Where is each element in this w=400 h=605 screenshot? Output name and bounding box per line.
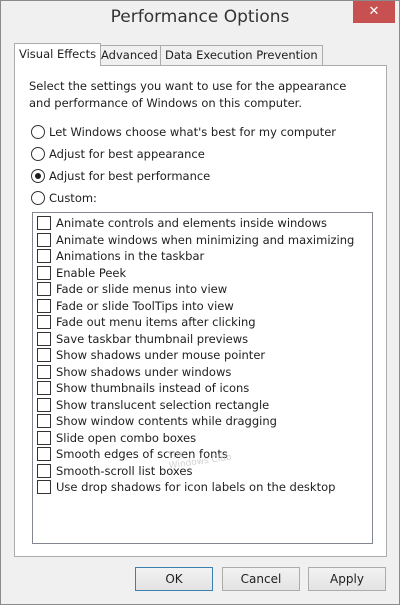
effect-checkbox[interactable] xyxy=(37,430,51,445)
cancel-button[interactable]: Cancel xyxy=(222,567,300,591)
radio-label: Adjust for best appearance xyxy=(49,147,205,161)
effect-checkbox[interactable] xyxy=(37,364,51,379)
effect-label: Fade out menu items after clicking xyxy=(56,315,256,329)
ok-button[interactable]: OK xyxy=(135,567,213,591)
visual-effects-panel: Select the settings you want to use for … xyxy=(14,65,387,557)
radio-label: Adjust for best performance xyxy=(49,169,211,183)
radio-button[interactable] xyxy=(31,125,45,139)
visual-effects-list[interactable]: Animate controls and elements inside win… xyxy=(32,212,373,544)
effect-label: Show translucent selection rectangle xyxy=(56,397,270,412)
effect-checkbox[interactable] xyxy=(37,298,51,313)
title-bar[interactable]: Performance Options ✕ xyxy=(1,1,399,33)
effect-checkbox[interactable] xyxy=(37,331,51,346)
effect-checkbox[interactable] xyxy=(37,381,51,395)
effect-checkbox[interactable] xyxy=(37,463,51,478)
effect-label: Fade or slide ToolTips into view xyxy=(56,298,234,313)
panel-description: Select the settings you want to use for … xyxy=(29,79,347,110)
effect-label: Show window contents while dragging xyxy=(56,414,277,428)
radio-label: Let Windows choose what's best for my co… xyxy=(49,125,337,139)
effect-checkbox[interactable] xyxy=(37,216,51,230)
effect-checkbox[interactable] xyxy=(37,348,51,362)
effect-checkbox[interactable] xyxy=(37,282,51,296)
effect-label: Show shadows under mouse pointer xyxy=(56,348,266,362)
effect-label: Slide open combo boxes xyxy=(56,430,197,445)
effect-checkbox[interactable] xyxy=(37,249,51,263)
effect-checkbox[interactable] xyxy=(37,397,51,412)
effect-label: Animate windows when minimizing and maxi… xyxy=(56,232,355,247)
effect-label: Animations in the taskbar xyxy=(56,249,205,263)
tab-advanced[interactable]: Advanced xyxy=(96,45,163,65)
tab-data-execution-prevention[interactable]: Data Execution Prevention xyxy=(160,45,323,65)
effect-label: Save taskbar thumbnail previews xyxy=(56,331,249,346)
effect-label: Show thumbnails instead of icons xyxy=(56,381,250,395)
effect-label: Animate controls and elements inside win… xyxy=(56,216,328,230)
effect-checkbox[interactable] xyxy=(37,265,51,280)
effect-label: Fade or slide menus into view xyxy=(56,282,228,296)
close-button[interactable]: ✕ xyxy=(353,1,395,23)
effect-label: Show shadows under windows xyxy=(56,364,232,379)
effect-label: Use drop shadows for icon labels on the … xyxy=(56,480,336,494)
tab-visual-effects[interactable]: Visual Effects xyxy=(14,43,102,66)
radio-button[interactable] xyxy=(31,147,45,161)
radio-button-selected[interactable] xyxy=(31,169,45,183)
radio-label: Custom: xyxy=(49,191,97,205)
effect-checkbox[interactable] xyxy=(37,480,51,494)
effect-checkbox[interactable] xyxy=(37,447,51,461)
performance-options-window: Performance Options ✕ Visual Effects Adv… xyxy=(0,0,400,605)
effect-checkbox[interactable] xyxy=(37,232,51,247)
apply-button[interactable]: Apply xyxy=(308,567,386,591)
window-title: Performance Options xyxy=(110,7,290,27)
effect-label: Enable Peek xyxy=(56,265,127,280)
radio-button[interactable] xyxy=(31,191,45,205)
effect-checkbox[interactable] xyxy=(37,315,51,329)
effect-checkbox[interactable] xyxy=(37,414,51,428)
close-icon: ✕ xyxy=(368,4,380,19)
